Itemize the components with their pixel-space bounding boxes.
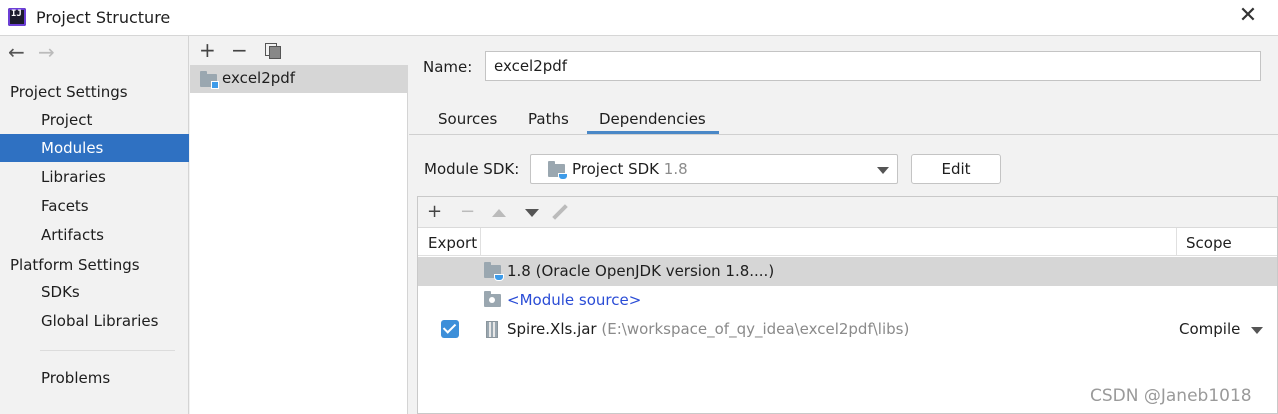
- dependencies-table: + − Export Scope 1.8 (Oracle OpenJDK ver…: [417, 196, 1278, 414]
- sdk-folder-icon: [548, 161, 568, 180]
- chevron-down-icon[interactable]: [1251, 327, 1263, 334]
- remove-dependency-icon: −: [460, 201, 476, 222]
- module-details-panel: Name: Sources Paths Dependencies Module …: [409, 36, 1278, 414]
- dependencies-toolbar: + −: [418, 197, 1277, 228]
- move-up-icon: [492, 209, 506, 217]
- column-export[interactable]: Export: [428, 234, 477, 252]
- module-folder-icon: [200, 71, 219, 89]
- dependency-path: (E:\workspace_of_qy_idea\excel2pdf\libs): [601, 320, 910, 338]
- module-sdk-label: Module SDK:: [424, 160, 520, 178]
- section-platform-settings: Platform Settings: [10, 256, 140, 274]
- title-bar: Project Structure ✕: [0, 0, 1278, 36]
- forward-arrow-icon: →: [38, 40, 55, 64]
- module-tabs: Sources Paths Dependencies: [409, 102, 1278, 135]
- sidebar-item-sdks[interactable]: SDKs: [0, 278, 189, 306]
- table-row[interactable]: 1.8 (Oracle OpenJDK version 1.8....): [418, 257, 1277, 286]
- dependency-name: 1.8 (Oracle OpenJDK version 1.8....): [507, 262, 775, 280]
- close-icon[interactable]: ✕: [1236, 4, 1260, 28]
- jar-icon: [486, 321, 498, 338]
- module-sdk-select[interactable]: Project SDK 1.8: [530, 154, 898, 184]
- column-divider: [480, 228, 481, 256]
- tab-sources[interactable]: Sources: [438, 110, 497, 128]
- module-item-label: excel2pdf: [222, 69, 296, 87]
- scope-select[interactable]: Compile: [1179, 320, 1240, 338]
- table-header: Export Scope: [418, 228, 1277, 256]
- watermark: CSDN @Janeb1018: [1090, 386, 1252, 406]
- sidebar-item-project[interactable]: Project: [0, 106, 189, 134]
- chevron-down-icon: [877, 167, 889, 174]
- sidebar-item-facets[interactable]: Facets: [0, 192, 189, 220]
- jdk-folder-icon: [484, 262, 504, 281]
- sdk-version: 1.8: [663, 160, 688, 178]
- module-name-input[interactable]: [485, 51, 1261, 81]
- edit-pencil-icon: [552, 204, 568, 220]
- dependency-name: Spire.Xls.jar: [507, 320, 597, 338]
- table-row[interactable]: Spire.Xls.jar (E:\workspace_of_qy_idea\e…: [418, 315, 1277, 344]
- sidebar-item-libraries[interactable]: Libraries: [0, 163, 189, 191]
- sdk-value: Project SDK: [572, 160, 659, 178]
- copy-module-icon[interactable]: [265, 43, 281, 59]
- sidebar-item-global-libraries[interactable]: Global Libraries: [0, 307, 189, 335]
- tab-dependencies[interactable]: Dependencies: [591, 110, 714, 128]
- window-title: Project Structure: [36, 8, 171, 27]
- name-label: Name:: [423, 58, 473, 76]
- edit-sdk-button[interactable]: Edit: [911, 154, 1001, 184]
- intellij-logo-icon: [8, 8, 26, 26]
- sidebar-item-problems[interactable]: Problems: [0, 364, 189, 392]
- remove-module-icon[interactable]: −: [231, 39, 248, 61]
- active-tab-indicator: [587, 131, 719, 134]
- add-dependency-icon[interactable]: +: [427, 202, 442, 222]
- column-divider: [1176, 228, 1177, 256]
- module-source-folder-icon: [484, 291, 501, 307]
- module-list-toolbar: + −: [190, 36, 408, 65]
- back-arrow-icon[interactable]: ←: [8, 42, 25, 62]
- sidebar-item-modules[interactable]: Modules: [0, 134, 189, 162]
- table-row[interactable]: <Module source>: [418, 286, 1277, 315]
- settings-sidebar: ← → Project Settings Project Modules Lib…: [0, 36, 189, 414]
- sidebar-divider: [40, 350, 175, 351]
- add-module-icon[interactable]: +: [199, 39, 216, 61]
- dependency-name: <Module source>: [507, 291, 642, 309]
- move-down-icon[interactable]: [525, 209, 539, 217]
- module-list-panel: + − excel2pdf: [190, 36, 408, 414]
- column-scope[interactable]: Scope: [1186, 234, 1232, 252]
- export-checkbox[interactable]: [441, 320, 459, 338]
- module-item-excel2pdf[interactable]: excel2pdf: [190, 65, 408, 93]
- tab-paths[interactable]: Paths: [528, 110, 569, 128]
- section-project-settings: Project Settings: [10, 83, 128, 101]
- sidebar-item-artifacts[interactable]: Artifacts: [0, 221, 189, 249]
